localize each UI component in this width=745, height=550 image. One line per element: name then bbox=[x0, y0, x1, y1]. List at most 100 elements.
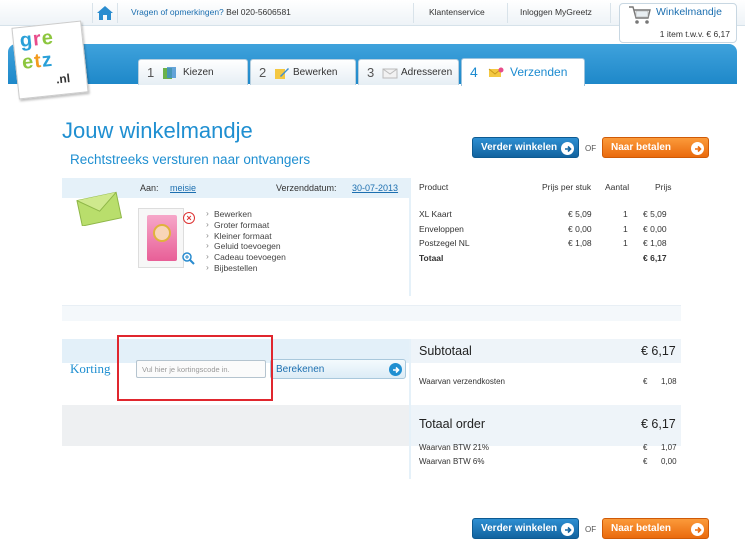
action-reorder[interactable]: Bijbestellen bbox=[205, 262, 286, 274]
cell-price: € 5,09 bbox=[643, 209, 667, 219]
card-image bbox=[147, 215, 177, 261]
vat21-label: Waarvan BTW 21% bbox=[419, 443, 489, 452]
continue-shopping-label: Verder winkelen bbox=[481, 142, 558, 153]
shipping-row: Waarvan verzendkosten € 1,08 bbox=[419, 377, 681, 389]
order-total-label: Totaal order bbox=[419, 417, 486, 431]
checkout-label: Naar betalen bbox=[611, 523, 672, 534]
vat21-row: Waarvan BTW 21% € 1,07 bbox=[419, 443, 681, 455]
cart-summary: 1 item t.w.v. € 6,17 bbox=[659, 29, 730, 39]
total-label: Totaal bbox=[419, 253, 444, 263]
table-row: XL Kaart € 5,09 1 € 5,09 bbox=[419, 209, 675, 223]
greetz-logo[interactable]: gre etz .nl bbox=[11, 20, 89, 100]
shopping-cart-icon bbox=[629, 6, 651, 24]
home-button[interactable] bbox=[92, 3, 118, 23]
card-thumbnail[interactable] bbox=[138, 208, 184, 268]
home-icon bbox=[97, 6, 113, 20]
tab-adresseren[interactable]: 3 Adresseren bbox=[358, 59, 459, 85]
action-smaller-size[interactable]: Kleiner formaat bbox=[205, 230, 286, 242]
divider bbox=[507, 3, 508, 23]
recipient-link[interactable]: meisie bbox=[170, 183, 196, 193]
vat6-row: Waarvan BTW 6% € 0,00 bbox=[419, 457, 681, 469]
cell-unit-price: € 1,08 bbox=[568, 238, 592, 248]
arrow-right-icon bbox=[561, 142, 574, 155]
cart-title: Winkelmandje bbox=[656, 6, 722, 18]
table-row: Postzegel NL € 1,08 1 € 1,08 bbox=[419, 238, 675, 252]
table-total-row: Totaal € 6,17 bbox=[419, 253, 675, 267]
discount-label: Korting bbox=[70, 361, 111, 376]
contact-question: Vragen of opmerkingen? bbox=[131, 7, 224, 17]
divider-strip bbox=[62, 305, 681, 321]
pencil-icon bbox=[275, 68, 289, 79]
contact-phone: Bel 020-5606581 bbox=[226, 7, 291, 17]
total-value: € 6,17 bbox=[643, 253, 667, 263]
card-actions: Bewerken Groter formaat Kleiner formaat … bbox=[205, 208, 286, 274]
continue-shopping-button[interactable]: Verder winkelen bbox=[472, 137, 579, 158]
tab-verzenden[interactable]: 4 Verzenden bbox=[461, 58, 585, 86]
product-table: Product Prijs per stuk Aantal Prijs XL K… bbox=[411, 178, 681, 296]
shipping-value: 1,08 bbox=[661, 377, 677, 386]
tab-label: Verzenden bbox=[510, 65, 568, 79]
subtotal-row: Subtotaal € 6,17 bbox=[419, 344, 681, 360]
tab-kiezen[interactable]: 1 Kiezen bbox=[138, 59, 248, 85]
mini-cart[interactable]: Winkelmandje 1 item t.w.v. € 6,17 bbox=[619, 3, 737, 43]
action-add-sound[interactable]: Geluid toevoegen bbox=[205, 240, 286, 252]
highlight-box bbox=[117, 335, 273, 401]
cell-product: Postzegel NL bbox=[419, 238, 470, 248]
cell-price: € 1,08 bbox=[643, 238, 667, 248]
tab-bewerken[interactable]: 2 Bewerken bbox=[250, 59, 356, 85]
arrow-right-icon bbox=[691, 523, 704, 536]
checkout-button[interactable]: Naar betalen bbox=[602, 137, 709, 158]
ship-date-link[interactable]: 30-07-2013 bbox=[352, 183, 398, 193]
column-header-price: Prijs bbox=[655, 182, 672, 192]
tab-label: Kiezen bbox=[183, 67, 214, 78]
vat6-value: 0,00 bbox=[661, 457, 677, 466]
order-total-value: € 6,17 bbox=[641, 417, 676, 431]
remove-card-icon[interactable]: × bbox=[183, 212, 195, 224]
tab-number: 2 bbox=[259, 65, 267, 80]
contact-info: Vragen of opmerkingen? Bel 020-5606581 bbox=[131, 7, 291, 17]
or-label: OF bbox=[585, 144, 597, 153]
column-header-product: Product bbox=[419, 182, 449, 192]
zoom-icon[interactable] bbox=[181, 251, 195, 265]
totals-panel: Subtotaal € 6,17 Waarvan verzendkosten €… bbox=[411, 339, 681, 479]
subtotal-label: Subtotaal bbox=[419, 344, 472, 358]
order-total-row: Totaal order € 6,17 bbox=[419, 417, 681, 433]
table-row: Enveloppen € 0,00 1 € 0,00 bbox=[419, 224, 675, 238]
action-larger-size[interactable]: Groter formaat bbox=[205, 219, 286, 231]
arrow-right-icon bbox=[389, 363, 402, 376]
or-label: OF bbox=[585, 525, 597, 534]
tab-label: Bewerken bbox=[293, 67, 338, 78]
continue-shopping-button-bottom[interactable]: Verder winkelen bbox=[472, 518, 579, 539]
checkout-label: Naar betalen bbox=[611, 142, 672, 153]
tab-number: 1 bbox=[147, 65, 155, 80]
customer-service-link[interactable]: Klantenservice bbox=[429, 7, 485, 17]
cell-product: XL Kaart bbox=[419, 209, 452, 219]
checkout-button-bottom[interactable]: Naar betalen bbox=[602, 518, 709, 539]
vat6-currency: € bbox=[643, 457, 648, 466]
action-edit[interactable]: Bewerken bbox=[205, 208, 286, 220]
cell-product: Enveloppen bbox=[419, 224, 464, 234]
subtotal-value: € 6,17 bbox=[641, 344, 676, 358]
envelope-icon bbox=[382, 68, 398, 79]
divider bbox=[610, 3, 611, 23]
cards-icon bbox=[163, 67, 176, 79]
column-header-unit-price: Prijs per stuk bbox=[542, 182, 592, 192]
cell-price: € 0,00 bbox=[643, 224, 667, 234]
logo-tld: .nl bbox=[55, 71, 71, 87]
calculate-button[interactable]: Berekenen bbox=[270, 359, 406, 379]
arrow-right-icon bbox=[691, 142, 704, 155]
login-link[interactable]: Inloggen MyGreetz bbox=[520, 7, 592, 17]
logo-text-bottom: etz bbox=[21, 48, 54, 74]
grey-panel bbox=[62, 405, 409, 446]
vat21-currency: € bbox=[643, 443, 648, 452]
action-add-gift[interactable]: Cadeau toevoegen bbox=[205, 251, 286, 263]
tab-number: 4 bbox=[470, 64, 478, 80]
shipping-label: Waarvan verzendkosten bbox=[419, 377, 505, 386]
arrow-right-icon bbox=[561, 523, 574, 536]
send-icon bbox=[488, 67, 504, 77]
cell-unit-price: € 0,00 bbox=[568, 224, 592, 234]
card-face bbox=[153, 224, 171, 242]
cell-quantity: 1 bbox=[623, 238, 628, 248]
calculate-label: Berekenen bbox=[276, 363, 325, 375]
page-subtitle: Rechtstreeks versturen naar ontvangers bbox=[70, 152, 311, 167]
